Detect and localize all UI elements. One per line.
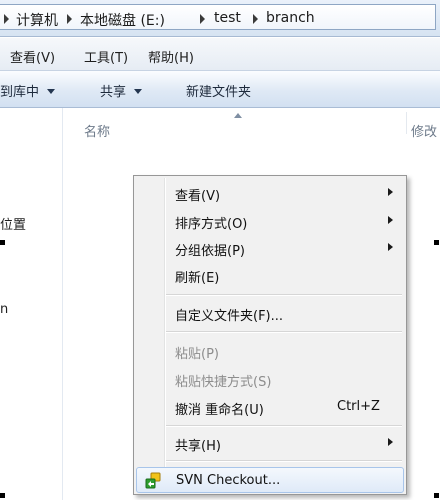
breadcrumb[interactable]: 计算机 本地磁盘 (E:) test branch bbox=[0, 4, 436, 30]
chevron-right-icon[interactable] bbox=[253, 14, 258, 24]
breadcrumb-computer[interactable]: 计算机 bbox=[16, 10, 58, 30]
context-item-undo-rename[interactable]: 撤消 重命名(U) Ctrl+Z bbox=[136, 394, 404, 420]
menu-bar: 查看(V) 工具(T) 帮助(H) bbox=[0, 38, 440, 71]
resize-handle bbox=[434, 240, 439, 245]
svn-icon bbox=[145, 472, 161, 489]
menu-help[interactable]: 帮助(H) bbox=[148, 47, 194, 66]
context-item-paste-shortcut[interactable]: 粘贴快捷方式(S) bbox=[136, 366, 404, 392]
menu-separator bbox=[166, 425, 402, 426]
context-item-view[interactable]: 查看(V) bbox=[136, 180, 404, 206]
breadcrumb-local-disk[interactable]: 本地磁盘 (E:) bbox=[80, 10, 165, 30]
context-item-paste[interactable]: 粘贴(P) bbox=[136, 338, 404, 364]
navigation-pane: 位置 n bbox=[0, 108, 63, 500]
nav-item-locations[interactable]: 位置 bbox=[0, 214, 26, 233]
context-item-refresh[interactable]: 刷新(E) bbox=[136, 262, 404, 288]
submenu-arrow-icon bbox=[388, 438, 393, 446]
resize-handle bbox=[434, 493, 439, 498]
chevron-right-icon[interactable] bbox=[67, 14, 72, 24]
column-header-modified[interactable]: 修改 bbox=[411, 121, 437, 140]
context-item-share[interactable]: 共享(H) bbox=[136, 430, 404, 456]
column-header-name[interactable]: 名称 bbox=[84, 121, 110, 140]
menu-separator bbox=[166, 460, 402, 461]
dropdown-arrow-icon bbox=[47, 89, 56, 94]
breadcrumb-branch[interactable]: branch bbox=[266, 10, 315, 26]
context-item-customize-folder[interactable]: 自定义文件夹(F)... bbox=[136, 300, 404, 326]
context-item-sort-by[interactable]: 排序方式(O) bbox=[136, 208, 404, 234]
column-divider[interactable] bbox=[406, 112, 407, 134]
menu-separator bbox=[166, 294, 402, 295]
submenu-arrow-icon bbox=[388, 216, 393, 224]
submenu-arrow-icon bbox=[388, 243, 393, 251]
share-button[interactable]: 共享 bbox=[100, 81, 143, 100]
menu-separator bbox=[166, 331, 402, 332]
include-in-library-button[interactable]: 到库中 bbox=[0, 81, 56, 100]
context-item-group-by[interactable]: 分组依据(P) bbox=[136, 235, 404, 261]
sort-ascending-icon bbox=[234, 113, 242, 118]
menu-view[interactable]: 查看(V) bbox=[10, 47, 55, 66]
nav-item-partial[interactable]: n bbox=[0, 302, 8, 317]
context-item-svn-checkout[interactable]: SVN Checkout... bbox=[136, 467, 404, 493]
breadcrumb-test[interactable]: test bbox=[214, 10, 241, 26]
chevron-right-icon[interactable] bbox=[200, 14, 205, 24]
shortcut-label: Ctrl+Z bbox=[337, 399, 380, 414]
dropdown-arrow-icon bbox=[134, 89, 143, 94]
address-bar: 计算机 本地磁盘 (E:) test branch bbox=[0, 0, 440, 37]
context-menu: 查看(V) 排序方式(O) 分组依据(P) 刷新(E) 自定义文件夹(F)...… bbox=[133, 175, 407, 495]
resize-handle bbox=[0, 493, 5, 498]
resize-handle bbox=[0, 240, 5, 245]
new-folder-button[interactable]: 新建文件夹 bbox=[186, 81, 251, 100]
chevron-right-icon[interactable] bbox=[4, 14, 9, 24]
submenu-arrow-icon bbox=[388, 188, 393, 196]
menu-tools[interactable]: 工具(T) bbox=[84, 47, 128, 66]
command-toolbar: 到库中 共享 新建文件夹 bbox=[0, 71, 440, 108]
